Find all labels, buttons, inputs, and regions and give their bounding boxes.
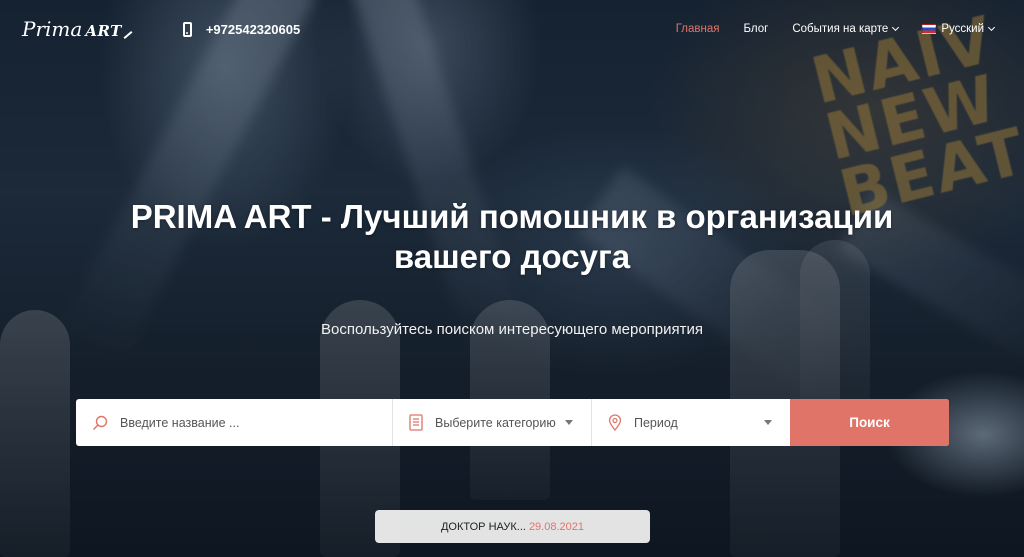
event-date: 29.08.2021 (528, 520, 584, 533)
site-header: Prima ART +972542320605 Главная Блог Соб… (0, 0, 1024, 58)
logo-caps-text: ART (85, 22, 122, 40)
event-title: ДОКТОР НАУК... (440, 520, 526, 533)
logo-script-text: Prima (22, 17, 83, 41)
hero-subtitle: Воспользуйтесь поиском интересующего мер… (320, 321, 704, 338)
nav-item-home[interactable]: Главная (664, 23, 732, 35)
caret-down-icon (565, 420, 573, 425)
nav-item-events-map[interactable]: События на карте (780, 23, 910, 35)
nav-item-label: События на карте (792, 23, 889, 35)
search-icon (92, 415, 108, 431)
chevron-down-icon (987, 23, 996, 32)
caret-down-icon (764, 420, 772, 425)
period-select[interactable]: Период (592, 399, 790, 446)
search-button[interactable]: Поиск (790, 399, 949, 446)
hero-dark-overlay (0, 0, 1024, 557)
site-logo[interactable]: Prima ART (22, 17, 133, 41)
brush-icon (123, 31, 133, 39)
nav-item-blog[interactable]: Блог (732, 23, 781, 35)
chevron-down-icon (892, 23, 900, 32)
document-list-icon (409, 414, 423, 431)
phone-contact[interactable]: +972542320605 (182, 21, 301, 37)
hero-title-line: вашего досуга (393, 238, 631, 275)
hero-title-line: PRIMA ART - Лучший помошник в организаци… (130, 198, 894, 235)
period-select-value: Период (634, 415, 678, 430)
category-select-value: Выберите категорию (435, 415, 556, 430)
search-input[interactable] (120, 415, 370, 430)
phone-number: +972542320605 (205, 21, 301, 37)
event-search-bar: Выберите категорию Период Поиск (76, 399, 949, 446)
nav-item-label: Главная (675, 23, 720, 35)
main-nav: Главная Блог События на карте Русский (664, 23, 1006, 35)
language-selector[interactable]: Русский (910, 23, 1006, 35)
map-pin-icon (608, 414, 622, 431)
language-label: Русский (941, 23, 984, 35)
search-name-field[interactable] (76, 399, 393, 446)
featured-event-pill[interactable]: ДОКТОР НАУК... 29.08.2021 (375, 510, 650, 543)
ru-flag-icon (922, 24, 937, 34)
category-select[interactable]: Выберите категорию (393, 399, 592, 446)
phone-icon (182, 21, 192, 37)
nav-item-label: Блог (743, 23, 769, 35)
hero-title: PRIMA ART - Лучший помошник в организаци… (0, 197, 1024, 277)
